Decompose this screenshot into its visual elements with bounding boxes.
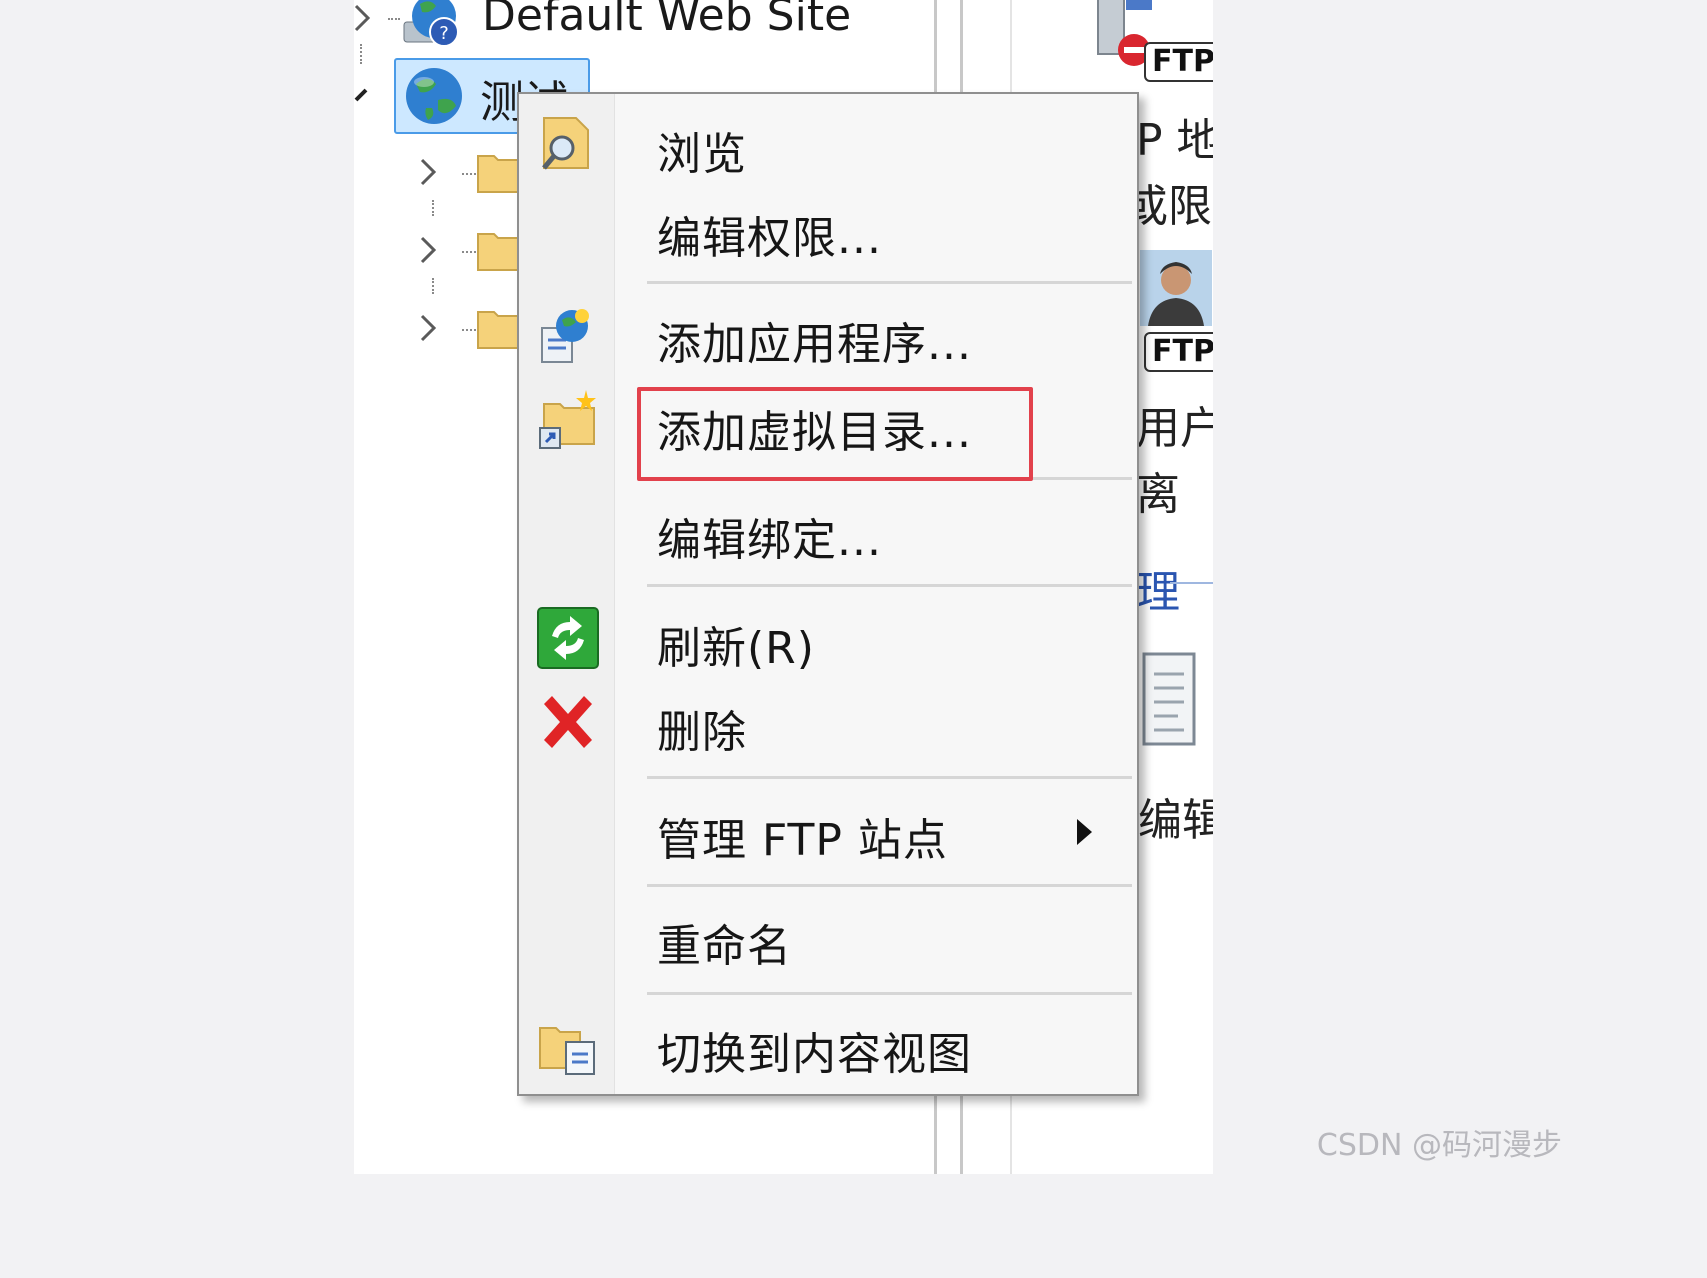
menu-item-label: 删除 bbox=[657, 707, 747, 758]
menu-item-switch-to-content-view[interactable]: 切换到内容视图 bbox=[519, 1004, 1137, 1088]
feature-label-fragment: P 地 bbox=[1136, 115, 1213, 166]
iis-manager-window: ? Default Web Site 测试 bbox=[354, 0, 1213, 1174]
tree-connector bbox=[462, 251, 476, 253]
chevron-right-icon[interactable] bbox=[416, 310, 446, 350]
menu-item-edit-permissions[interactable]: 编辑权限... bbox=[519, 190, 1137, 270]
delete-icon bbox=[544, 696, 592, 748]
refresh-icon bbox=[537, 607, 599, 669]
globe-icon bbox=[406, 68, 462, 124]
context-menu: 浏览 编辑权限... 添加应用程序... 添加虚拟目录... 编辑绑定... 刷… bbox=[517, 92, 1139, 1096]
menu-item-add-application[interactable]: 添加应用程序... bbox=[519, 294, 1137, 378]
menu-item-label: 浏览 bbox=[657, 129, 747, 180]
menu-item-delete[interactable]: 删除 bbox=[519, 682, 1137, 766]
feature-label-fragment: 编辑 bbox=[1138, 795, 1213, 846]
add-application-icon bbox=[541, 309, 589, 363]
add-virtual-directory-icon bbox=[539, 390, 596, 449]
ftp-badge: FTP bbox=[1144, 332, 1213, 372]
tree-connector bbox=[432, 200, 434, 216]
tree-item-default-web-site[interactable]: Default Web Site bbox=[482, 0, 851, 41]
watermark: CSDN @码河漫步 bbox=[1316, 1128, 1562, 1163]
tree-connector bbox=[462, 173, 476, 175]
menu-item-label: 添加应用程序... bbox=[657, 319, 972, 370]
menu-separator bbox=[647, 992, 1132, 995]
ftp-badge: FTP bbox=[1144, 42, 1213, 82]
tree-connector bbox=[388, 18, 400, 20]
tree-connector bbox=[360, 44, 362, 64]
menu-item-edit-bindings[interactable]: 编辑绑定... bbox=[519, 490, 1137, 574]
chevron-right-icon[interactable] bbox=[416, 232, 446, 272]
feature-label-fragment: 用户 bbox=[1136, 403, 1213, 454]
menu-item-label: 编辑权限... bbox=[657, 213, 882, 264]
config-editor-icon[interactable] bbox=[1138, 650, 1198, 748]
globe-question-icon: ? bbox=[403, 0, 459, 47]
submenu-arrow-icon bbox=[1077, 819, 1092, 845]
ftp-user-icon[interactable] bbox=[1140, 250, 1212, 326]
folder-search-icon bbox=[542, 117, 589, 170]
menu-item-refresh[interactable]: 刷新(R) bbox=[519, 596, 1137, 680]
feature-label-fragment: 离 bbox=[1136, 469, 1180, 520]
chevron-expanded-icon[interactable] bbox=[354, 76, 382, 116]
content-view-icon bbox=[539, 1027, 595, 1075]
chevron-right-icon[interactable] bbox=[416, 154, 446, 194]
menu-item-label: 刷新(R) bbox=[657, 623, 815, 674]
highlight-annotation-box bbox=[637, 387, 1033, 481]
chevron-right-icon[interactable] bbox=[354, 0, 380, 40]
group-header-rule bbox=[1170, 582, 1213, 584]
menu-item-label: 管理 FTP 站点 bbox=[657, 815, 948, 866]
menu-separator bbox=[647, 584, 1132, 587]
menu-item-label: 编辑绑定... bbox=[657, 515, 882, 566]
menu-separator bbox=[647, 281, 1132, 284]
group-header-fragment: 理 bbox=[1136, 567, 1180, 618]
svg-text:?: ? bbox=[439, 23, 449, 44]
menu-separator bbox=[647, 884, 1132, 887]
tree-connector bbox=[432, 278, 434, 294]
menu-separator bbox=[647, 776, 1132, 779]
tree-connector bbox=[462, 329, 476, 331]
menu-item-browse[interactable]: 浏览 bbox=[519, 104, 1137, 184]
menu-item-rename[interactable]: 重命名 bbox=[519, 896, 1137, 980]
menu-item-label: 重命名 bbox=[657, 921, 792, 972]
menu-item-manage-ftp-site[interactable]: 管理 FTP 站点 bbox=[519, 790, 1137, 874]
menu-item-label: 切换到内容视图 bbox=[657, 1029, 972, 1080]
